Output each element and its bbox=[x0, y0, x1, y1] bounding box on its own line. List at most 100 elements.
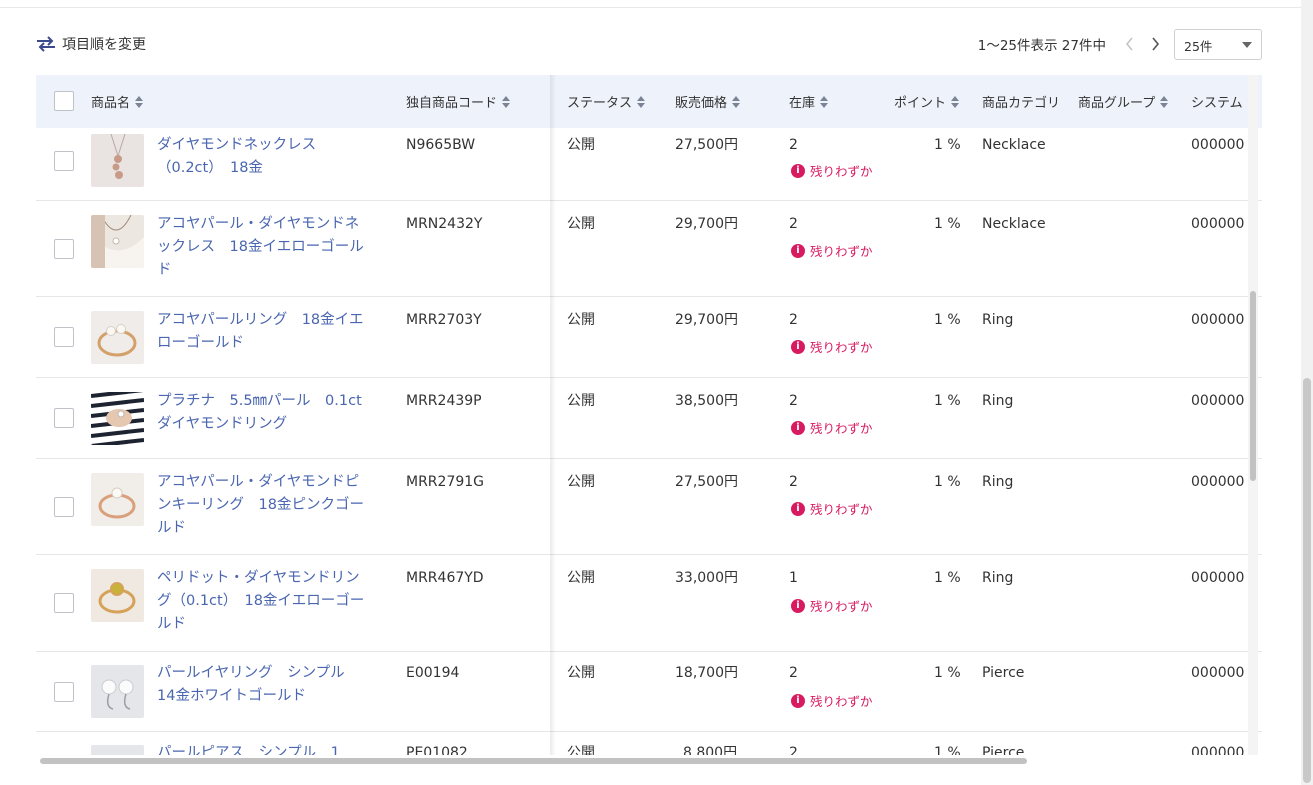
column-header-status[interactable]: ステータス bbox=[567, 75, 646, 128]
next-page-icon[interactable] bbox=[1146, 34, 1164, 54]
system-code: 000000 bbox=[1191, 312, 1245, 328]
product-name-link[interactable]: ダイヤモンドネックレス（0.2ct） 18金 bbox=[157, 134, 367, 180]
category: Necklace bbox=[982, 216, 1046, 232]
row-checkbox[interactable] bbox=[54, 327, 74, 347]
status: 公開 bbox=[567, 570, 595, 586]
status: 公開 bbox=[567, 474, 595, 490]
table-row[interactable]: ペリドット・ダイヤモンドリング（0.1ct） 18金イエローゴールド MRR46… bbox=[36, 555, 1262, 652]
chevron-down-icon bbox=[1242, 41, 1252, 48]
system-code: 000000 bbox=[1191, 745, 1245, 755]
product-name-link[interactable]: プラチナ 5.5㎜パール 0.1ctダイヤモンドリング bbox=[157, 390, 367, 436]
column-header-code[interactable]: 独自商品コード bbox=[406, 75, 511, 128]
category: Pierce bbox=[982, 665, 1025, 681]
point-rate: 1 % bbox=[934, 570, 961, 586]
table-row[interactable]: プラチナ 5.5㎜パール 0.1ctダイヤモンドリング MRR2439P 公開 … bbox=[36, 378, 1262, 459]
category: Ring bbox=[982, 570, 1014, 586]
reorder-columns-button[interactable]: 項目順を変更 bbox=[36, 34, 146, 54]
column-header-stock[interactable]: 在庫 bbox=[789, 75, 829, 128]
category: Ring bbox=[982, 312, 1014, 328]
row-checkbox[interactable] bbox=[54, 239, 74, 259]
product-name-link[interactable]: パールピアス シンプル 1 bbox=[157, 742, 367, 755]
row-checkbox[interactable] bbox=[54, 497, 74, 517]
table-row[interactable]: アコヤパール・ダイヤモンドネックレス 18金イエローゴールド MRN2432Y … bbox=[36, 201, 1262, 297]
low-stock-label: 残りわずか bbox=[810, 421, 873, 436]
column-header-point[interactable]: ポイント bbox=[894, 75, 960, 128]
category: Ring bbox=[982, 393, 1014, 409]
category: Ring bbox=[982, 474, 1014, 490]
sort-icon bbox=[820, 95, 829, 108]
sort-icon bbox=[135, 95, 144, 108]
product-thumbnail[interactable] bbox=[91, 392, 144, 445]
sort-icon bbox=[732, 95, 741, 108]
product-code: MRR2703Y bbox=[406, 312, 482, 328]
scrollbar-thumb[interactable] bbox=[1250, 291, 1256, 481]
table-row[interactable]: アコヤパールリング 18金イエローゴールド MRR2703Y 公開 29,700… bbox=[36, 297, 1262, 378]
low-stock-badge: i 残りわずか bbox=[791, 691, 873, 710]
prev-page-icon[interactable] bbox=[1120, 34, 1138, 54]
swap-arrows-icon bbox=[37, 36, 55, 52]
point-rate: 1 % bbox=[934, 474, 961, 490]
product-name-link[interactable]: アコヤパールリング 18金イエローゴールド bbox=[157, 309, 367, 355]
status: 公開 bbox=[567, 393, 595, 409]
system-code: 000000 bbox=[1191, 137, 1245, 153]
product-thumbnail[interactable] bbox=[91, 215, 144, 268]
column-header-system[interactable]: システム bbox=[1191, 75, 1243, 128]
frozen-column-shadow bbox=[550, 75, 556, 755]
table-horizontal-scrollbar[interactable] bbox=[36, 755, 1262, 765]
price: 18,700円 bbox=[675, 665, 738, 681]
table-row[interactable]: パールピアス シンプル 1 PE01082 公開 8,800円 2 1 % Pi… bbox=[36, 732, 1262, 755]
price: 27,500円 bbox=[675, 137, 738, 153]
table-vertical-scrollbar[interactable] bbox=[1248, 75, 1258, 755]
product-thumbnail[interactable] bbox=[91, 665, 144, 718]
info-icon: i bbox=[791, 693, 805, 708]
price: 29,700円 bbox=[675, 312, 738, 328]
sort-icon bbox=[951, 95, 960, 108]
table-row[interactable]: ダイヤモンドネックレス（0.2ct） 18金 N9665BW 公開 27,500… bbox=[36, 128, 1262, 201]
low-stock-badge: i 残りわずか bbox=[791, 596, 873, 615]
column-label: 在庫 bbox=[789, 96, 816, 111]
stock-count: 2 bbox=[789, 312, 798, 328]
select-all-checkbox[interactable] bbox=[54, 91, 74, 111]
stock-count: 2 bbox=[789, 216, 798, 232]
product-thumbnail[interactable] bbox=[91, 311, 144, 364]
low-stock-label: 残りわずか bbox=[810, 502, 873, 517]
price: 27,500円 bbox=[675, 474, 738, 490]
product-name-link[interactable]: アコヤパール・ダイヤモンドネックレス 18金イエローゴールド bbox=[157, 213, 367, 282]
column-label: ポイント bbox=[894, 96, 947, 111]
point-rate: 1 % bbox=[934, 216, 961, 232]
price: 29,700円 bbox=[675, 216, 738, 232]
product-code: E00194 bbox=[406, 665, 460, 681]
page-scrollbar[interactable] bbox=[1301, 0, 1313, 785]
sort-icon bbox=[502, 95, 511, 108]
column-header-category[interactable]: 商品カテゴリ bbox=[982, 75, 1060, 128]
row-checkbox[interactable] bbox=[54, 593, 74, 613]
point-rate: 1 % bbox=[934, 137, 961, 153]
point-rate: 1 % bbox=[934, 745, 961, 755]
column-header-price[interactable]: 販売価格 bbox=[675, 75, 741, 128]
product-thumbnail[interactable] bbox=[91, 473, 144, 526]
status: 公開 bbox=[567, 665, 595, 681]
scrollbar-thumb[interactable] bbox=[40, 758, 1027, 764]
row-checkbox[interactable] bbox=[54, 682, 74, 702]
table-row[interactable]: アコヤパール・ダイヤモンドピンキーリング 18金ピンクゴールド MRR2791G… bbox=[36, 459, 1262, 555]
table-row[interactable]: パールイヤリング シンプル 14金ホワイトゴールド E00194 公開 18,7… bbox=[36, 652, 1262, 732]
column-header-group[interactable]: 商品グループ bbox=[1078, 75, 1169, 128]
column-header-name[interactable]: 商品名 bbox=[91, 75, 144, 128]
product-thumbnail[interactable] bbox=[91, 569, 144, 622]
per-page-select[interactable]: 25件 bbox=[1174, 28, 1262, 60]
status: 公開 bbox=[567, 216, 595, 232]
row-checkbox[interactable] bbox=[54, 408, 74, 428]
stock-count: 2 bbox=[789, 393, 798, 409]
product-name-link[interactable]: パールイヤリング シンプル 14金ホワイトゴールド bbox=[157, 662, 367, 708]
row-checkbox[interactable] bbox=[54, 151, 74, 171]
low-stock-badge: i 残りわずか bbox=[791, 241, 873, 260]
status: 公開 bbox=[567, 312, 595, 328]
product-thumbnail[interactable] bbox=[91, 134, 144, 187]
product-name-link[interactable]: ペリドット・ダイヤモンドリング（0.1ct） 18金イエローゴールド bbox=[157, 567, 367, 636]
product-name-link[interactable]: アコヤパール・ダイヤモンドピンキーリング 18金ピンクゴールド bbox=[157, 471, 367, 540]
point-rate: 1 % bbox=[934, 393, 961, 409]
scrollbar-thumb[interactable] bbox=[1303, 378, 1311, 783]
table-header: 商品名 独自商品コード ステータス 販売価格 在庫 ポイント 商品カテゴリ 商品… bbox=[36, 75, 1262, 128]
product-thumbnail[interactable] bbox=[91, 745, 144, 755]
column-label: 商品カテゴリ bbox=[982, 96, 1061, 111]
